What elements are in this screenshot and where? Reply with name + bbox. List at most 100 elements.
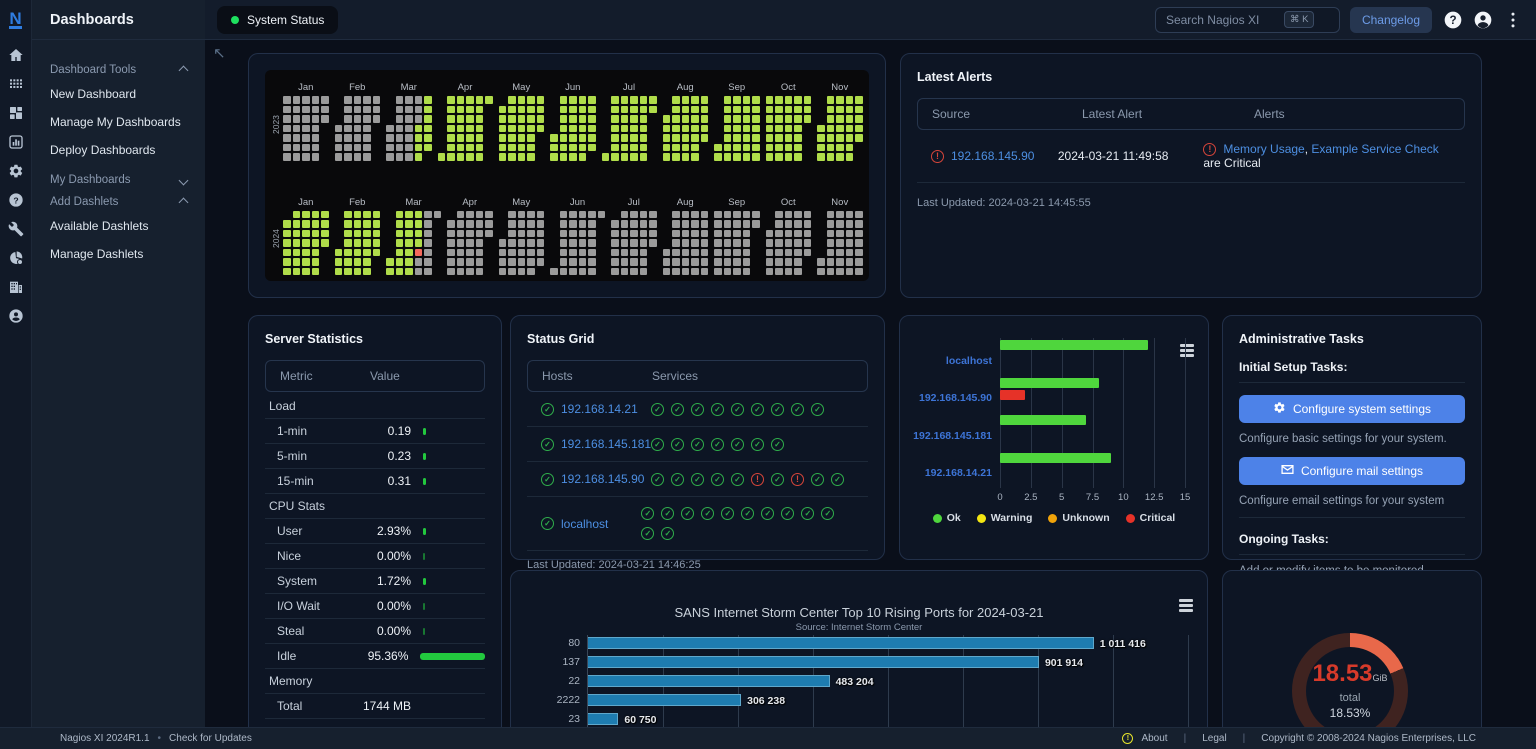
- service-ok-icon[interactable]: ✓: [771, 403, 784, 416]
- tools-icon[interactable]: [0, 214, 32, 243]
- host-category-label[interactable]: 192.168.145.181: [900, 430, 992, 442]
- sidebar-item-manage-my-dashboards[interactable]: Manage My Dashboards: [50, 108, 191, 136]
- search-input[interactable]: [1166, 13, 1276, 27]
- service-ok-icon[interactable]: ✓: [731, 473, 744, 486]
- heatmap-year-label: 2024: [271, 209, 281, 269]
- service-ok-icon[interactable]: ✓: [671, 473, 684, 486]
- sidebar-section-my-dashboards[interactable]: My Dashboards: [50, 174, 191, 186]
- sidebar-item-available-dashlets[interactable]: Available Dashlets: [50, 212, 191, 240]
- changelog-button[interactable]: Changelog: [1350, 7, 1432, 33]
- service-ok-icon[interactable]: ✓: [661, 507, 674, 520]
- host-link[interactable]: localhost: [561, 517, 608, 531]
- sidebar-section-add-dashlets[interactable]: Add Dashlets: [50, 196, 191, 208]
- legal-link[interactable]: Legal: [1202, 733, 1226, 744]
- service-ok-icon[interactable]: ✓: [661, 527, 674, 540]
- service-ok-icon[interactable]: ✓: [671, 403, 684, 416]
- overflow-menu-icon[interactable]: [1502, 9, 1524, 31]
- service-ok-icon[interactable]: ✓: [811, 473, 824, 486]
- service-ok-icon[interactable]: ✓: [691, 473, 704, 486]
- help-circle-icon[interactable]: ?: [1442, 9, 1464, 31]
- host-category-label[interactable]: 192.168.145.90: [900, 392, 992, 404]
- enterprise-icon[interactable]: [0, 272, 32, 301]
- legend-dot-icon: [1048, 514, 1057, 523]
- service-ok-icon[interactable]: ✓: [791, 403, 804, 416]
- service-ok-icon[interactable]: ✓: [771, 438, 784, 451]
- heatmap-cell: [785, 96, 793, 104]
- heatmap-cell: [621, 115, 629, 123]
- host-link[interactable]: 192.168.145.90: [561, 472, 644, 486]
- heatmap-cell: [386, 134, 394, 142]
- service-ok-icon[interactable]: ✓: [811, 403, 824, 416]
- host-link[interactable]: 192.168.14.21: [561, 402, 638, 416]
- service-ok-icon[interactable]: ✓: [751, 438, 764, 451]
- service-ok-icon[interactable]: ✓: [711, 473, 724, 486]
- account-avatar-icon[interactable]: [1472, 9, 1494, 31]
- service-ok-icon[interactable]: ✓: [681, 507, 694, 520]
- service-ok-icon[interactable]: ✓: [691, 403, 704, 416]
- service-ok-icon[interactable]: ✓: [801, 507, 814, 520]
- alert-service-link[interactable]: Example Service Check: [1311, 142, 1438, 156]
- service-ok-icon[interactable]: ✓: [831, 473, 844, 486]
- service-critical-icon[interactable]: !: [751, 473, 764, 486]
- service-ok-icon[interactable]: ✓: [651, 473, 664, 486]
- service-ok-icon[interactable]: ✓: [651, 403, 664, 416]
- service-ok-icon[interactable]: ✓: [821, 507, 834, 520]
- availability-heatmap-dashlet[interactable]: 2023JanFebMarAprMayJunJulAugSepOctNov202…: [248, 53, 886, 298]
- check-updates-link[interactable]: Check for Updates: [169, 733, 252, 744]
- service-ok-icon[interactable]: ✓: [731, 438, 744, 451]
- service-ok-icon[interactable]: ✓: [641, 527, 654, 540]
- service-ok-icon[interactable]: ✓: [701, 507, 714, 520]
- sidebar-item-deploy-dashboards[interactable]: Deploy Dashboards: [50, 136, 191, 164]
- legend-item-critical[interactable]: Critical: [1126, 512, 1176, 524]
- service-ok-icon[interactable]: ✓: [771, 473, 784, 486]
- system-status-pill[interactable]: System Status: [217, 6, 338, 34]
- service-ok-icon[interactable]: ✓: [651, 438, 664, 451]
- account-icon[interactable]: [0, 301, 32, 330]
- service-ok-icon[interactable]: ✓: [731, 403, 744, 416]
- service-ok-icon[interactable]: ✓: [691, 438, 704, 451]
- service-ok-icon[interactable]: ✓: [711, 438, 724, 451]
- search-box[interactable]: ⌘ K: [1155, 7, 1340, 33]
- x-tick-label: 5: [1059, 492, 1064, 503]
- alert-service-link[interactable]: Memory Usage: [1223, 142, 1304, 156]
- about-link[interactable]: About: [1141, 733, 1167, 744]
- legend-item-ok[interactable]: Ok: [933, 512, 961, 524]
- heatmap-cell: [714, 249, 722, 257]
- configure-mail-settings-button[interactable]: Configure mail settings: [1239, 457, 1465, 485]
- incidents-icon[interactable]: [0, 243, 32, 272]
- settings-icon[interactable]: [0, 156, 32, 185]
- reports-icon[interactable]: [0, 127, 32, 156]
- heatmap-cell: [560, 258, 568, 266]
- alert-time: 2024-03-21 11:49:58: [1058, 149, 1203, 163]
- heatmap-cell: [457, 230, 465, 238]
- service-ok-icon[interactable]: ✓: [741, 507, 754, 520]
- sidebar-section-dashboard-tools[interactable]: Dashboard Tools: [50, 64, 191, 76]
- home-icon[interactable]: [0, 40, 32, 69]
- nagios-logo[interactable]: N: [0, 0, 32, 40]
- service-ok-icon[interactable]: ✓: [781, 507, 794, 520]
- host-category-label[interactable]: localhost: [900, 355, 992, 367]
- service-ok-icon[interactable]: ✓: [761, 507, 774, 520]
- heatmap-cell: [663, 134, 671, 142]
- service-ok-icon[interactable]: ✓: [671, 438, 684, 451]
- heatmap-cell: [386, 268, 394, 276]
- apps-icon[interactable]: [0, 69, 32, 98]
- service-ok-icon[interactable]: ✓: [641, 507, 654, 520]
- service-ok-icon[interactable]: ✓: [751, 403, 764, 416]
- legend-item-unknown[interactable]: Unknown: [1048, 512, 1109, 524]
- dashboards-icon[interactable]: [0, 98, 32, 127]
- heatmap-cell: [466, 96, 474, 104]
- service-ok-icon[interactable]: ✓: [711, 403, 724, 416]
- sidebar-item-manage-dashlets[interactable]: Manage Dashlets: [50, 240, 191, 268]
- alert-source-link[interactable]: 192.168.145.90: [951, 149, 1034, 163]
- host-ok-icon: ✓: [541, 438, 554, 451]
- service-ok-icon[interactable]: ✓: [721, 507, 734, 520]
- heatmap-cell: [621, 258, 629, 266]
- help-icon[interactable]: ?: [0, 185, 32, 214]
- configure-system-settings-button[interactable]: Configure system settings: [1239, 395, 1465, 423]
- service-critical-icon[interactable]: !: [791, 473, 804, 486]
- legend-item-warning[interactable]: Warning: [977, 512, 1033, 524]
- host-category-label[interactable]: 192.168.14.21: [900, 467, 992, 479]
- sidebar-item-new-dashboard[interactable]: New Dashboard: [50, 80, 191, 108]
- host-link[interactable]: 192.168.145.181: [561, 437, 651, 451]
